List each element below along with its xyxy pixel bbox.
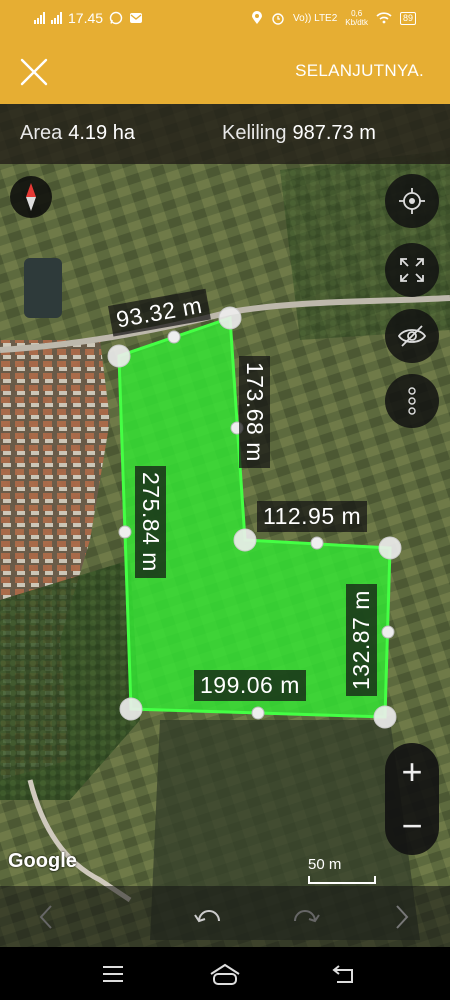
chevron-left-icon bbox=[39, 905, 52, 929]
segment-label-inner-vertical: 173.68 m bbox=[239, 356, 270, 468]
whatsapp-icon bbox=[109, 11, 123, 25]
undo-icon bbox=[194, 910, 220, 923]
close-button[interactable] bbox=[20, 58, 48, 86]
back-icon bbox=[332, 965, 353, 983]
network-type: Vo)) LTE2 bbox=[293, 12, 338, 24]
chevron-right-icon bbox=[396, 905, 409, 929]
vertex-handle[interactable] bbox=[107, 344, 131, 368]
redo-button[interactable] bbox=[286, 902, 326, 932]
wifi-icon bbox=[376, 12, 392, 24]
vertex-handle[interactable] bbox=[119, 697, 143, 721]
segment-label-inner-horizontal: 112.95 m bbox=[257, 501, 368, 532]
vertex-handle[interactable] bbox=[373, 705, 397, 729]
menu-icon bbox=[103, 966, 123, 982]
measurement-summary: Area 4.19 ha Keliling 987.73 m bbox=[0, 104, 450, 164]
midpoint-handle[interactable] bbox=[251, 706, 265, 720]
expand-icon bbox=[400, 258, 424, 282]
eye-off-icon bbox=[397, 325, 427, 347]
zoom-in-button[interactable]: + bbox=[385, 745, 439, 799]
undo-button[interactable] bbox=[188, 902, 228, 932]
compass-button[interactable] bbox=[10, 176, 52, 218]
signal-icon bbox=[34, 12, 45, 24]
signal-icon-2 bbox=[51, 12, 62, 24]
edit-toolbar bbox=[0, 886, 450, 947]
scale-label: 50 m bbox=[308, 856, 342, 873]
message-icon bbox=[130, 13, 143, 23]
more-options-button[interactable] bbox=[385, 374, 439, 428]
google-attribution: Google bbox=[8, 850, 77, 872]
segment-label-bottom: 199.06 m bbox=[194, 670, 306, 701]
system-nav-bar bbox=[0, 947, 450, 1000]
compass-icon bbox=[26, 183, 36, 211]
clock: 17.45 bbox=[68, 10, 104, 26]
perimeter-label: Keliling bbox=[222, 122, 287, 144]
midpoint-handle[interactable] bbox=[381, 625, 395, 639]
perimeter-summary: Keliling 987.73 m bbox=[222, 122, 376, 145]
vertex-handle[interactable] bbox=[218, 306, 242, 330]
measurement-polygon bbox=[107, 306, 402, 729]
more-vertical-icon bbox=[408, 387, 416, 415]
back-button[interactable] bbox=[323, 959, 363, 989]
segment-label-left: 275.84 m bbox=[135, 466, 166, 578]
midpoint-handle[interactable] bbox=[167, 330, 181, 344]
location-icon bbox=[252, 11, 263, 24]
satellite-map[interactable] bbox=[0, 104, 450, 947]
next-step-button[interactable] bbox=[382, 902, 422, 932]
home-button[interactable] bbox=[205, 959, 245, 989]
area-label: Area bbox=[20, 122, 63, 144]
network-speed-value: 0,6 bbox=[351, 9, 363, 18]
zoom-controls: + − bbox=[385, 743, 439, 855]
segment-label-right: 132.87 m bbox=[346, 584, 377, 696]
home-icon bbox=[210, 963, 240, 985]
next-button[interactable]: SELANJUTNYA. bbox=[295, 61, 424, 81]
alarm-icon bbox=[272, 13, 284, 25]
locate-button[interactable] bbox=[385, 174, 439, 228]
redo-icon bbox=[294, 910, 320, 923]
previous-button[interactable] bbox=[26, 902, 66, 932]
midpoint-handle[interactable] bbox=[310, 536, 324, 550]
crosshair-icon bbox=[399, 188, 425, 214]
vertex-handle[interactable] bbox=[378, 536, 402, 560]
battery-icon: 89 bbox=[399, 11, 416, 25]
area-value: 4.19 ha bbox=[68, 122, 135, 144]
midpoint-handle[interactable] bbox=[118, 525, 132, 539]
app-bar: SELANJUTNYA. bbox=[0, 36, 450, 104]
fullscreen-button[interactable] bbox=[385, 243, 439, 297]
recent-apps-button[interactable] bbox=[93, 959, 133, 989]
status-left: 17.45 bbox=[34, 10, 143, 26]
status-bar: 17.45 Vo)) LTE2 0,6 Kb/dtk 89 bbox=[0, 0, 450, 36]
perimeter-value: 987.73 m bbox=[292, 122, 376, 144]
visibility-toggle-button[interactable] bbox=[385, 309, 439, 363]
network-speed-unit: Kb/dtk bbox=[345, 18, 368, 27]
vertex-handle[interactable] bbox=[233, 528, 257, 552]
status-right: Vo)) LTE2 0,6 Kb/dtk 89 bbox=[251, 9, 416, 27]
scale-bar bbox=[308, 876, 376, 884]
close-icon bbox=[20, 58, 48, 86]
network-speed: 0,6 Kb/dtk bbox=[345, 9, 368, 27]
zoom-out-button[interactable]: − bbox=[385, 799, 439, 853]
area-summary: Area 4.19 ha bbox=[20, 122, 135, 145]
